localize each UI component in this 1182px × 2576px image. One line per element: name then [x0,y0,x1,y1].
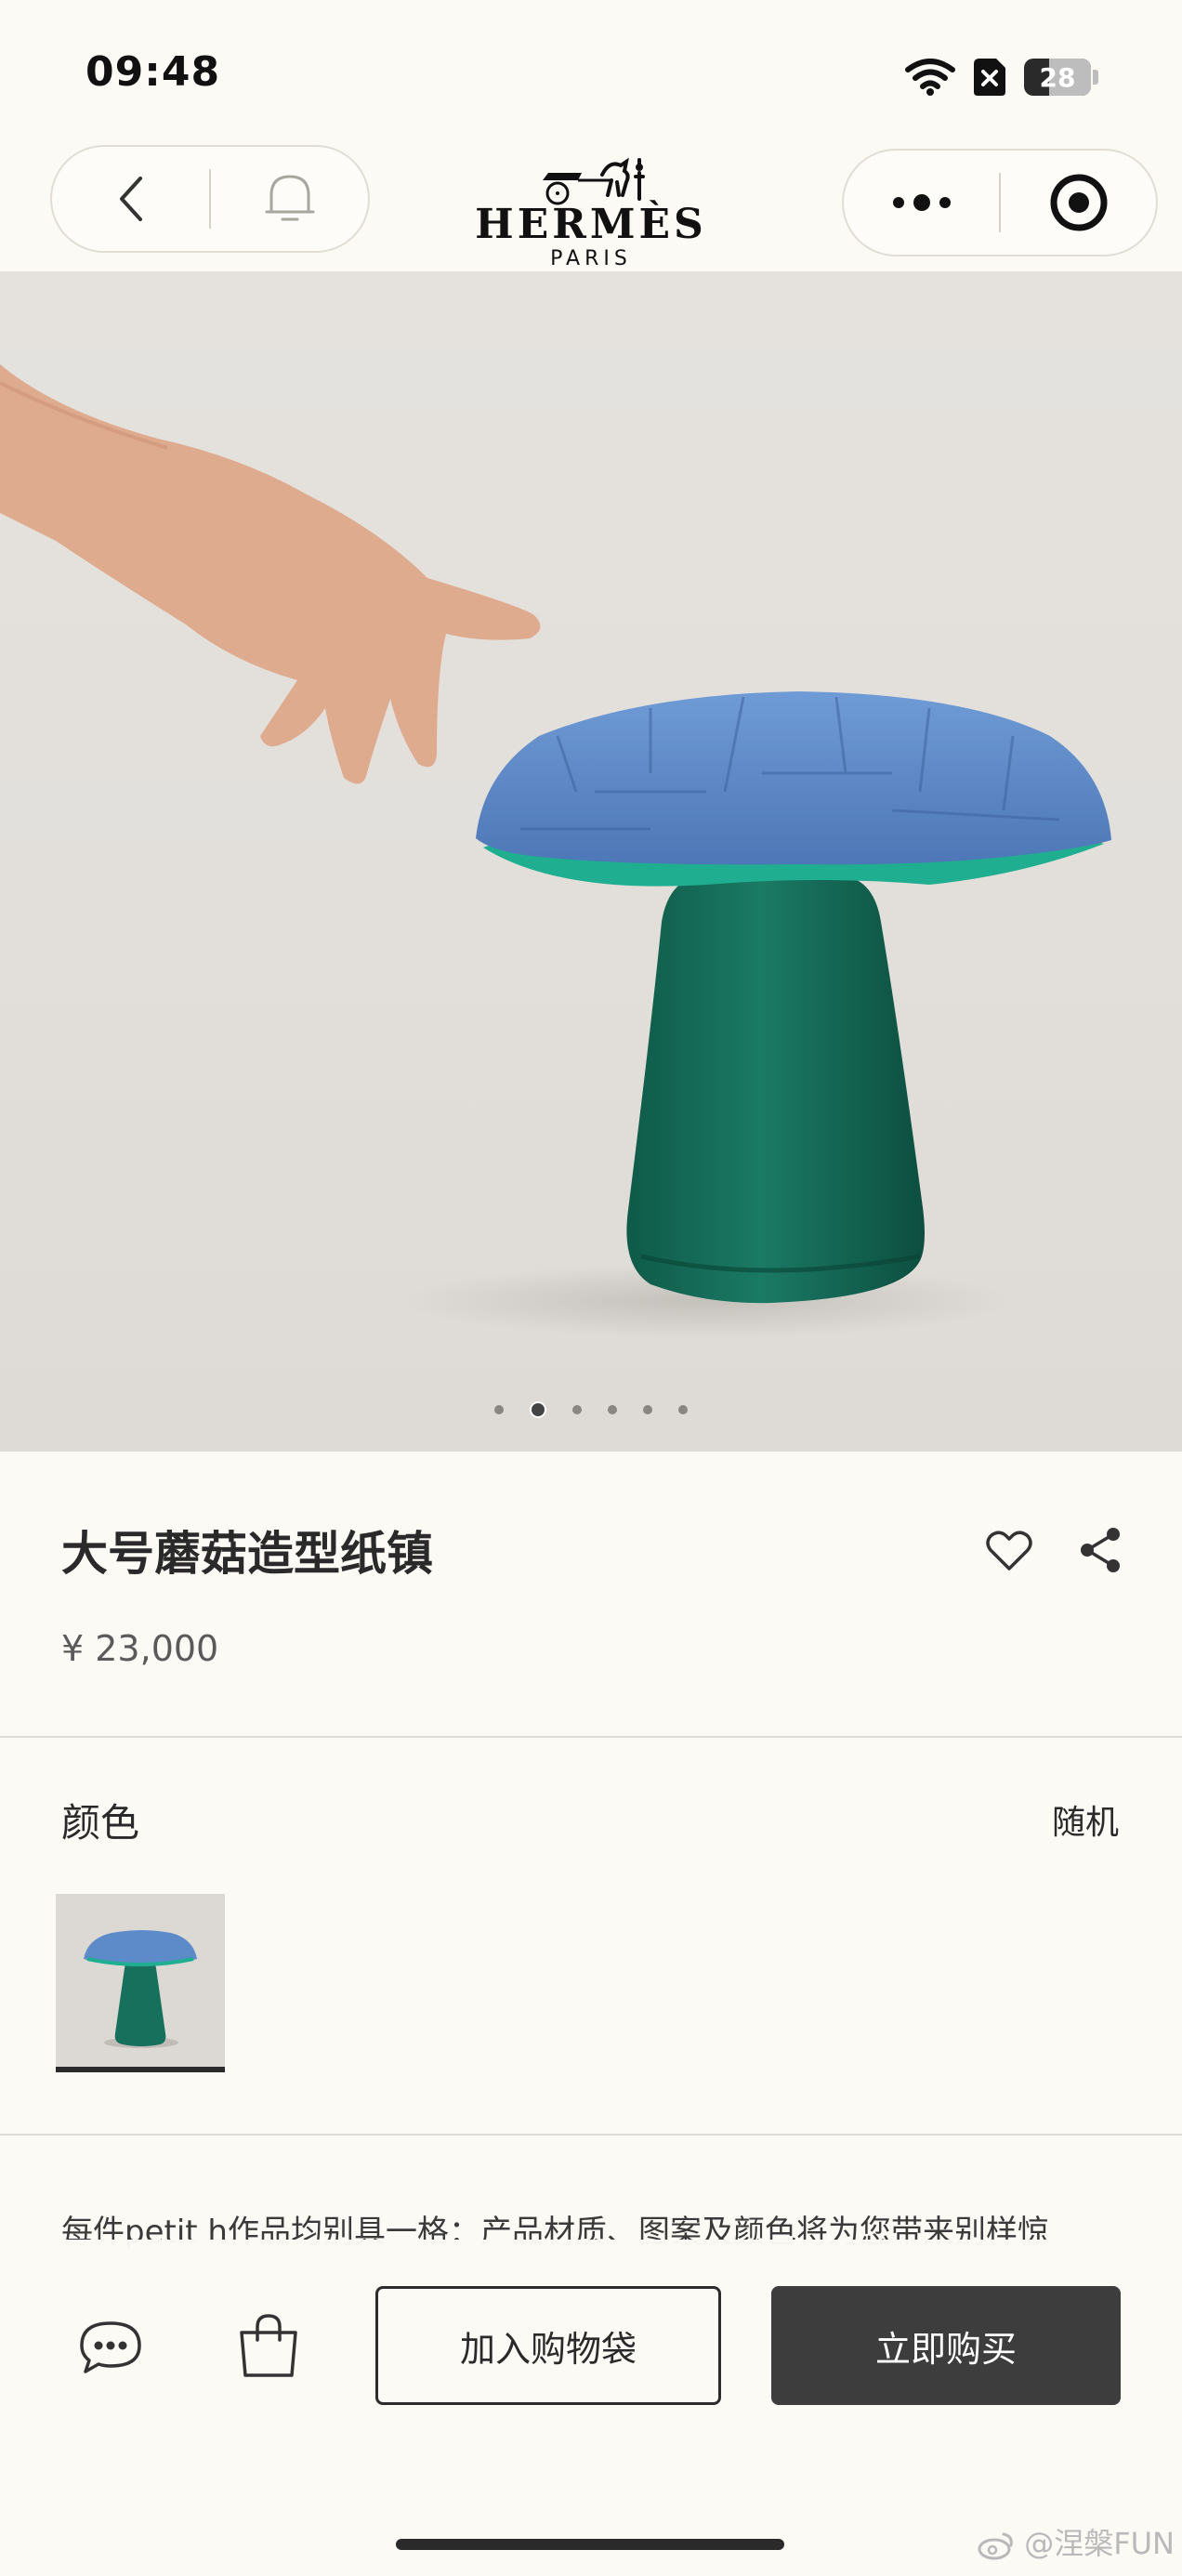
heart-icon [986,1531,1032,1571]
notification-button[interactable] [211,147,368,251]
nav-pill-left [50,145,370,253]
brand-name: HERMÈS [475,201,707,248]
carousel-dot[interactable] [572,1405,582,1414]
status-icons: 28 [905,54,1098,100]
add-to-bag-button[interactable]: 加入购物袋 [375,2286,721,2405]
wifi-icon [905,59,955,96]
bag-icon [240,2314,297,2377]
product-title: 大号蘑菇造型纸镇 [61,1527,433,1581]
divider [0,1736,1182,1738]
weibo-icon [978,2532,1013,2560]
battery-icon: 28 [1024,59,1091,96]
more-button[interactable] [844,151,999,255]
more-icon [892,194,951,211]
target-icon [1050,174,1107,231]
color-label: 颜色 [61,1800,140,1846]
divider [0,2134,1182,2136]
share-icon [1081,1528,1120,1572]
color-swatch-random[interactable] [56,1894,225,2072]
carousel-dot[interactable] [494,1405,504,1414]
back-button[interactable] [52,147,209,251]
carousel-dot[interactable] [643,1405,652,1414]
product-price: ¥ 23,000 [61,1628,219,1669]
customer-service-button[interactable] [78,2320,143,2379]
battery-level: 28 [1039,61,1076,93]
share-button[interactable] [1078,1526,1123,1578]
bell-icon [265,175,314,221]
watermark: @涅槃FUN [978,2520,1175,2563]
product-image-carousel[interactable] [0,271,1182,1452]
brand-city: PARIS [550,247,632,270]
carousel-dot[interactable] [608,1405,617,1414]
status-time: 09:48 [85,48,221,96]
home-indicator[interactable] [396,2539,784,2550]
color-value: 随机 [1051,1804,1119,1842]
hermes-logo: HERMÈS PARIS [446,149,736,271]
carousel-dot[interactable] [678,1405,688,1414]
buy-now-button[interactable]: 立即购买 [771,2286,1121,2405]
carriage-icon [543,157,645,205]
swatch-thumbnail [56,1894,225,2067]
product-photo [0,364,1111,1338]
shopping-bag-button[interactable] [236,2312,301,2383]
carousel-dot-active[interactable] [530,1401,546,1418]
carousel-indicator [0,1401,1182,1418]
wishlist-button[interactable] [985,1530,1033,1576]
back-icon [119,177,142,221]
chat-icon [80,2321,141,2373]
close-miniprogram-button[interactable] [1001,151,1156,255]
nav-pill-right [842,149,1158,256]
sim-off-icon [974,59,1005,96]
watermark-text: @涅槃FUN [1024,2526,1175,2561]
